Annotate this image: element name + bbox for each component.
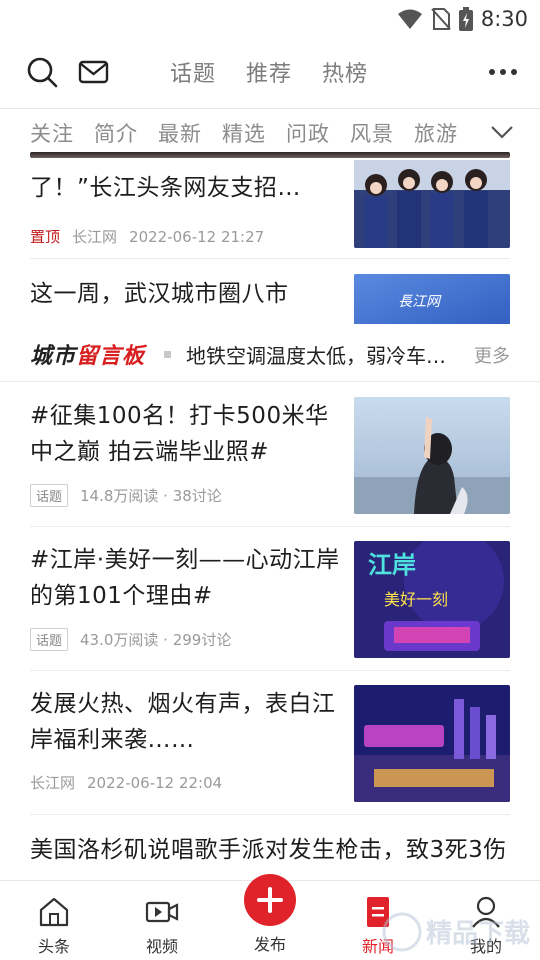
list-item[interactable]: #江岸·美好一刻——心动江岸的第101个理由# 话题 43.0万阅读 · 299… (30, 542, 340, 651)
top-header: 话题 推荐 热榜 (0, 44, 540, 102)
nav-label: 视频 (145, 937, 178, 956)
board-headline[interactable]: 地铁空调温度太低，弱冷车厢不... (186, 340, 454, 369)
item-title: 美国洛杉矶说唱歌手派对发生枪击，致3死3伤 (30, 837, 507, 863)
chevron-down-icon[interactable] (490, 122, 514, 142)
news-feed[interactable]: 了！”长江头条网友支招… 置顶 长江网 2022-06-12 21:27 这一周… (0, 160, 540, 880)
girl-skyline-thumbnail[interactable] (354, 397, 510, 514)
status-bar: 8:30 (0, 0, 540, 38)
item-meta: 话题 43.0万阅读 · 299讨论 (30, 628, 340, 651)
channel-travel[interactable]: 旅游 (414, 118, 458, 148)
search-icon[interactable] (26, 56, 58, 88)
city-message-board[interactable]: 城市留言板 地铁空调温度太低，弱冷车厢不... 更多 (0, 324, 540, 382)
pinned-tag: 置顶 (30, 228, 61, 246)
svg-text:美好一刻: 美好一刻 (384, 590, 448, 609)
more-icon[interactable] (488, 62, 518, 82)
item-divider (30, 258, 510, 259)
publish-label: 发布 (253, 935, 286, 954)
header-divider (0, 108, 540, 109)
jiangan-night-thumbnail[interactable] (354, 685, 510, 802)
channel-bar: 关注 简介 最新 精选 问政 风景 旅游 (0, 110, 540, 158)
channel-scenery[interactable]: 风景 (350, 118, 394, 148)
header-tabs: 话题 推荐 热榜 (170, 56, 368, 88)
board-more-link[interactable]: 更多 (474, 342, 510, 368)
topic-badge: 话题 (30, 484, 69, 507)
home-icon (39, 897, 69, 927)
video-icon (145, 901, 179, 923)
tab-topics[interactable]: 话题 (170, 56, 216, 88)
nav-label: 头条 (37, 937, 70, 956)
item-time: 2022-06-12 22:04 (87, 773, 223, 792)
channel-inquiry[interactable]: 问政 (286, 118, 330, 148)
item-source: 长江网 (30, 774, 76, 792)
battery-icon (458, 7, 473, 31)
board-logo: 城市留言板 (30, 344, 146, 369)
item-divider (30, 526, 510, 527)
svg-text:江岸: 江岸 (368, 551, 416, 579)
watermark-logo: 精品下载 (382, 912, 530, 952)
tab-hot[interactable]: 热榜 (322, 56, 368, 88)
board-bullet (164, 351, 171, 358)
channel-intro[interactable]: 简介 (94, 118, 138, 148)
tab-recommend[interactable]: 推荐 (246, 56, 292, 88)
channel-underline (30, 152, 510, 158)
topic-badge: 话题 (30, 628, 69, 651)
item-stats: 14.8万阅读 · 38讨论 (80, 487, 222, 505)
list-item[interactable]: 美国洛杉矶说唱歌手派对发生枪击，致3死3伤 (30, 832, 510, 868)
item-meta: 话题 14.8万阅读 · 38讨论 (30, 484, 340, 507)
publish-button[interactable] (244, 874, 296, 926)
channel-featured[interactable]: 精选 (222, 118, 266, 148)
mail-icon[interactable] (78, 56, 110, 88)
wifi-icon (397, 9, 422, 29)
item-title: #征集100名！打卡500米华中之巅 拍云端毕业照# (30, 403, 329, 465)
item-divider (30, 670, 510, 671)
item-divider (30, 814, 510, 815)
status-time: 8:30 (480, 7, 528, 31)
no-sim-icon (431, 8, 451, 30)
graduation-thumbnail[interactable] (354, 160, 510, 248)
channel-follow[interactable]: 关注 (30, 118, 74, 148)
channel-latest[interactable]: 最新 (158, 118, 202, 148)
jiangan-thumbnail[interactable]: 江岸 美好一刻 (354, 541, 510, 658)
item-time: 2022-06-12 21:27 (129, 227, 265, 246)
nav-headlines[interactable]: 头条 (14, 895, 94, 957)
nav-video[interactable]: 视频 (122, 895, 202, 957)
item-source: 长江网 (72, 228, 118, 246)
svg-text:長江网: 長江网 (398, 294, 442, 310)
item-meta: 长江网 2022-06-12 22:04 (30, 772, 340, 793)
list-item[interactable]: 发展火热、烟火有声，表白江岸福利来袭…… 长江网 2022-06-12 22:0… (30, 686, 340, 793)
item-title: 发展火热、烟火有声，表白江岸福利来袭…… (30, 691, 336, 753)
item-title: #江岸·美好一刻——心动江岸的第101个理由# (30, 547, 340, 609)
list-item[interactable]: #征集100名！打卡500米华中之巅 拍云端毕业照# 话题 14.8万阅读 · … (30, 398, 340, 507)
item-stats: 43.0万阅读 · 299讨论 (80, 631, 232, 649)
plus-icon (257, 887, 283, 913)
svg-text:精品下载: 精品下载 (426, 919, 530, 949)
